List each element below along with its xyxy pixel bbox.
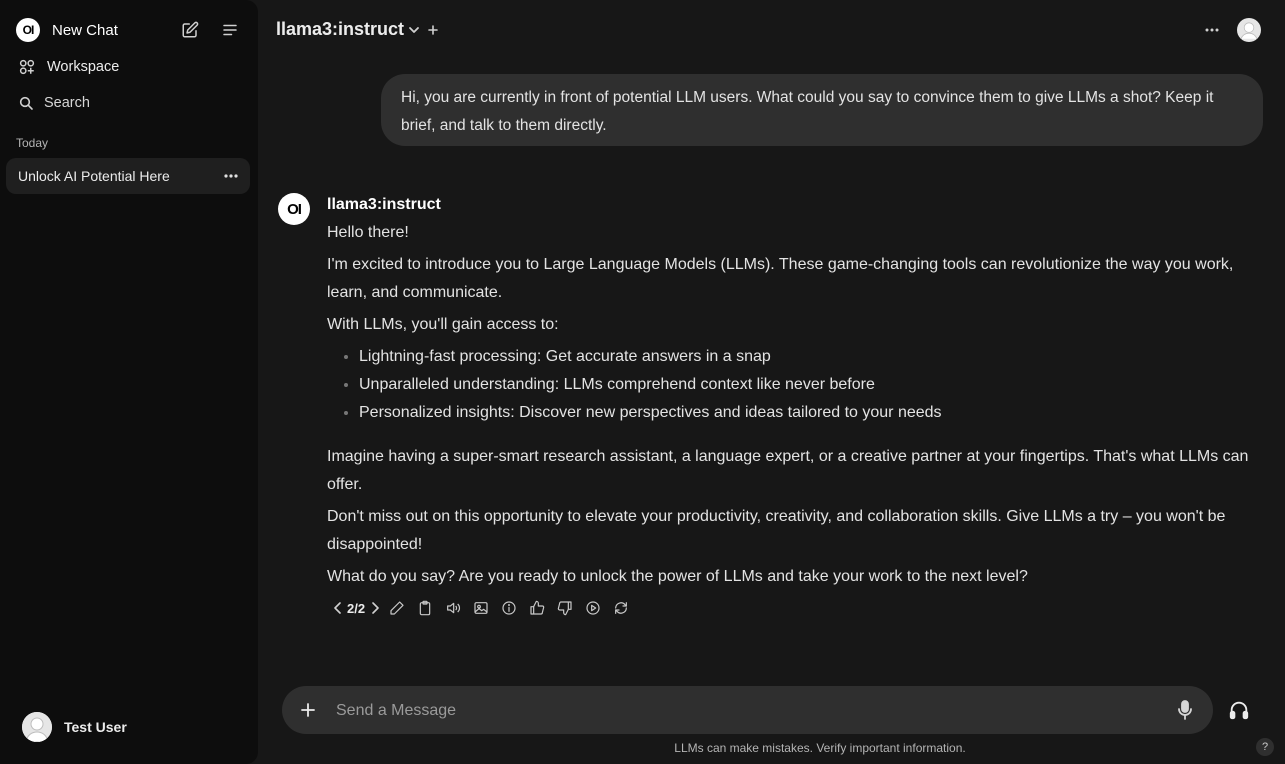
assistant-paragraph: Hello there! [327,224,409,241]
workspace-item[interactable]: Workspace [18,58,119,76]
microphone-icon[interactable] [1176,700,1194,720]
plus-icon[interactable] [300,702,316,718]
assistant-avatar: OI [278,193,310,225]
regenerate-icon[interactable] [607,597,635,619]
app-logo: OI [16,18,40,42]
search-item[interactable]: Search [18,95,90,111]
chat-list-item[interactable]: Unlock AI Potential Here [6,158,250,194]
sidebar-menu-icon[interactable] [219,19,241,41]
user-name: Test User [64,719,127,735]
user-menu[interactable]: Test User [22,712,127,742]
message-input[interactable] [334,686,1138,736]
section-today: Today [16,136,49,150]
thumbs-up-icon[interactable] [523,597,551,619]
copy-icon[interactable] [411,597,439,619]
user-avatar [22,712,52,742]
user-message: Hi, you are currently in front of potent… [381,74,1263,146]
help-button[interactable]: ? [1256,738,1274,756]
assistant-bullet-list: Lightning-fast processing: Get accurate … [327,343,1257,427]
assistant-paragraph: I'm excited to introduce you to Large La… [327,256,1234,301]
assistant-paragraph: What do you say? Are you ready to unlock… [327,568,1028,585]
response-pager: 2/2 [347,600,366,616]
sidebar: OI New Chat Workspace Search Today Unloc… [0,0,258,764]
play-icon[interactable] [579,597,607,619]
image-icon[interactable] [467,597,495,619]
model-selector[interactable]: llama3:instruct [276,19,404,40]
compose-icon[interactable] [179,19,201,41]
chat-header: llama3:instruct [258,0,1285,60]
speaker-icon[interactable] [439,597,467,619]
assistant-name: llama3:instruct [327,196,441,213]
thumbs-down-icon[interactable] [551,597,579,619]
list-item: Unparalleled understanding: LLMs compreh… [359,371,1257,399]
workspace-icon [18,58,36,76]
assistant-paragraph: Don't miss out on this opportunity to el… [327,508,1226,553]
edit-icon[interactable] [383,597,411,619]
more-options-icon[interactable] [1205,28,1219,32]
headphones-icon[interactable] [1228,699,1250,721]
list-item: Lightning-fast processing: Get accurate … [359,343,1257,371]
search-label: Search [44,95,90,111]
chat-options-icon[interactable] [224,174,238,178]
chevron-left-icon[interactable] [331,597,345,619]
chat-title: Unlock AI Potential Here [18,168,170,184]
add-model-icon[interactable] [428,24,438,36]
list-item: Personalized insights: Discover new pers… [359,399,1257,427]
assistant-message: Hello there! I'm excited to introduce yo… [327,219,1257,595]
message-composer [282,686,1213,736]
search-icon [18,95,34,111]
header-avatar[interactable] [1237,18,1261,42]
new-chat-label[interactable]: New Chat [52,22,118,39]
message-actions: 2/2 [331,597,635,619]
assistant-paragraph: Imagine having a super-smart research as… [327,448,1249,493]
chevron-right-icon[interactable] [367,597,383,619]
disclaimer-text: LLMs can make mistakes. Verify important… [674,741,966,755]
workspace-label: Workspace [47,59,120,75]
new-chat-row[interactable]: OI New Chat [16,18,118,42]
info-icon[interactable] [495,597,523,619]
assistant-paragraph: With LLMs, you'll gain access to: [327,316,559,333]
chevron-down-icon[interactable] [408,25,420,35]
